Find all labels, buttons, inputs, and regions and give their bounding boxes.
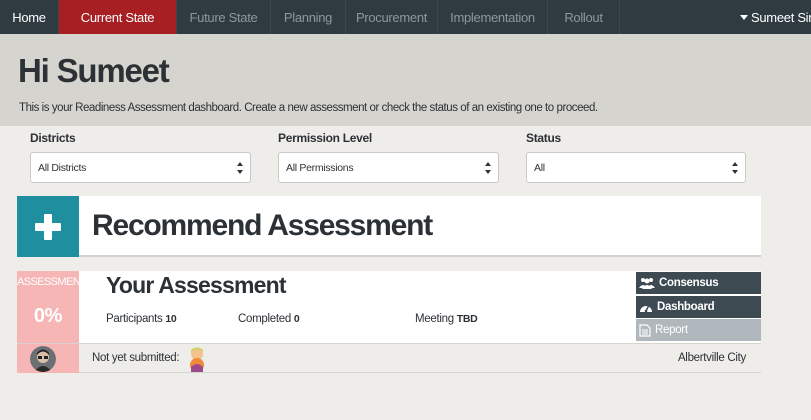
avatar[interactable] — [30, 346, 56, 372]
consensus-button[interactable]: Consensus — [636, 272, 761, 294]
tab-implementation[interactable]: Implementation — [438, 0, 548, 34]
page-intro: This is your Readiness Assessment dashbo… — [19, 102, 598, 114]
permission-select[interactable]: All Permissions — [278, 152, 499, 183]
status-label: Status — [526, 131, 561, 145]
add-assessment-button[interactable] — [17, 196, 79, 257]
completed-stat: Completed 0 — [238, 313, 300, 325]
meeting-value: TBD — [456, 313, 478, 325]
owner-cell — [17, 344, 79, 373]
tab-procurement[interactable]: Procurement — [346, 0, 438, 34]
tab-home[interactable]: Home — [0, 0, 59, 34]
users-icon — [639, 278, 655, 289]
dashboard-button[interactable]: Dashboard — [636, 296, 761, 318]
document-icon — [639, 323, 651, 337]
permission-select-value: All Permissions — [286, 161, 354, 174]
assessment-title[interactable]: Your Assessment — [106, 272, 287, 299]
status-select-value: All — [534, 161, 545, 174]
permission-label: Permission Level — [278, 131, 372, 145]
not-submitted-label: Not yet submitted: — [92, 352, 180, 364]
completed-label: Completed — [238, 313, 291, 325]
report-button[interactable]: Report — [636, 319, 761, 341]
tab-current-state[interactable]: Current State — [59, 0, 177, 34]
status-select[interactable]: All — [526, 152, 746, 183]
consensus-label: Consensus — [659, 277, 719, 289]
caret-down-icon — [740, 14, 748, 20]
assessment-card: ASSESSMENT 0% Your Assessment Participan… — [17, 271, 761, 343]
participant-avatar-icon[interactable] — [185, 346, 209, 372]
meeting-stat: Meeting TBD — [415, 313, 478, 325]
meeting-label: Meeting — [415, 313, 454, 325]
assessment-badge-label: ASSESSMENT — [17, 276, 87, 288]
recommend-assessment-bar[interactable]: Recommend Assessment — [17, 196, 761, 257]
district-name: Albertville City — [677, 352, 746, 364]
select-arrows-icon — [237, 162, 243, 174]
user-avatar-icon — [30, 346, 56, 372]
tab-planning[interactable]: Planning — [271, 0, 346, 34]
assessment-progress-badge: ASSESSMENT 0% — [17, 271, 87, 343]
top-nav: Home Current State Future State Planning… — [0, 0, 811, 34]
report-label: Report — [655, 324, 688, 336]
user-menu[interactable]: Sumeet Sing — [740, 0, 811, 34]
completed-value: 0 — [293, 313, 300, 325]
select-arrows-icon — [485, 162, 491, 174]
tab-rollout[interactable]: Rollout — [548, 0, 620, 34]
assessment-percent: 0% — [33, 305, 63, 327]
user-name: Sumeet Sing — [751, 9, 811, 25]
assessment-footer: Not yet submitted: Albertville City — [17, 343, 761, 373]
dashboard-icon — [640, 304, 652, 313]
page-title: Hi Sumeet — [18, 52, 170, 89]
participants-value: 10 — [165, 313, 177, 325]
select-arrows-icon — [732, 162, 738, 174]
dashboard-label: Dashboard — [657, 301, 715, 313]
participants-stat: Participants 10 — [106, 313, 177, 325]
recommend-assessment-title: Recommend Assessment — [92, 209, 433, 242]
plus-icon — [35, 213, 61, 240]
tab-future-state[interactable]: Future State — [177, 0, 271, 34]
participants-label: Participants — [106, 313, 163, 325]
districts-label: Districts — [30, 131, 76, 145]
districts-select[interactable]: All Districts — [30, 152, 251, 183]
districts-select-value: All Districts — [38, 161, 87, 174]
